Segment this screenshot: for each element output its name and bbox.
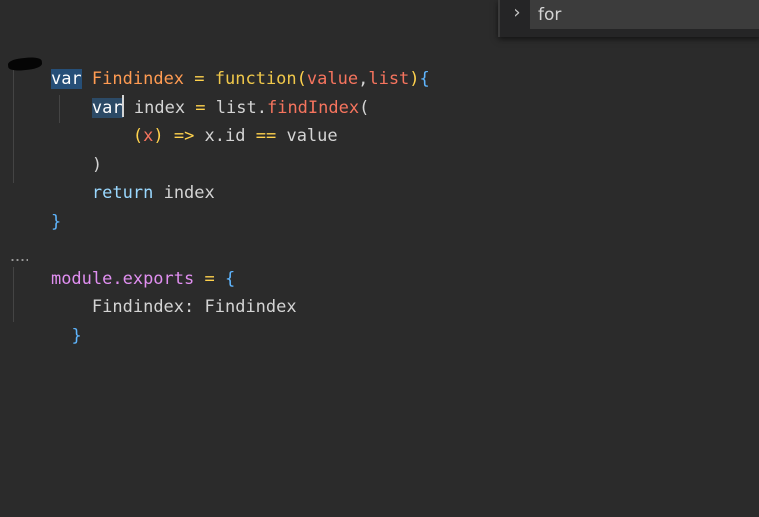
- close-brace: }: [50, 212, 62, 232]
- equality-operator: ==: [245, 126, 287, 146]
- open-paren: (: [132, 126, 144, 146]
- code-editor[interactable]: var Findindex = function(value,list){ va…: [0, 0, 759, 517]
- identifier-value: value: [286, 126, 338, 146]
- code-line-1[interactable]: var Findindex = function(value,list){: [10, 37, 430, 89]
- hint-dots: [10, 258, 28, 262]
- open-brace: {: [419, 69, 430, 89]
- param-list: list: [368, 69, 410, 89]
- code-line-9[interactable]: Findindex: Findindex: [10, 265, 297, 317]
- toggle-replace-chevron-icon[interactable]: ›: [506, 2, 528, 26]
- code-line-8[interactable]: module.exports = {: [10, 237, 235, 289]
- arrow-arg: x: [143, 126, 154, 146]
- close-paren: ): [409, 69, 420, 89]
- code-line-10[interactable]: }: [10, 294, 81, 346]
- code-line-4[interactable]: ): [10, 123, 102, 175]
- open-paren: (: [359, 98, 370, 118]
- close-brace: }: [71, 326, 82, 346]
- find-widget: ›: [498, 0, 759, 37]
- identifier-index: index: [163, 183, 215, 203]
- code-line-3[interactable]: (x) => x.id == value: [10, 94, 338, 146]
- object-value: Findindex: [204, 297, 297, 317]
- code-line-5[interactable]: return index: [10, 151, 215, 203]
- code-line-2[interactable]: var index = list.findIndex(: [10, 66, 369, 118]
- close-paren: ): [153, 126, 164, 146]
- return-keyword: return: [91, 183, 154, 203]
- arrow-operator: =>: [163, 126, 205, 146]
- expression: x.id: [204, 126, 246, 146]
- find-input[interactable]: [530, 0, 759, 29]
- code-line-6[interactable]: }: [10, 180, 61, 232]
- object-key: Findindex:: [91, 297, 205, 317]
